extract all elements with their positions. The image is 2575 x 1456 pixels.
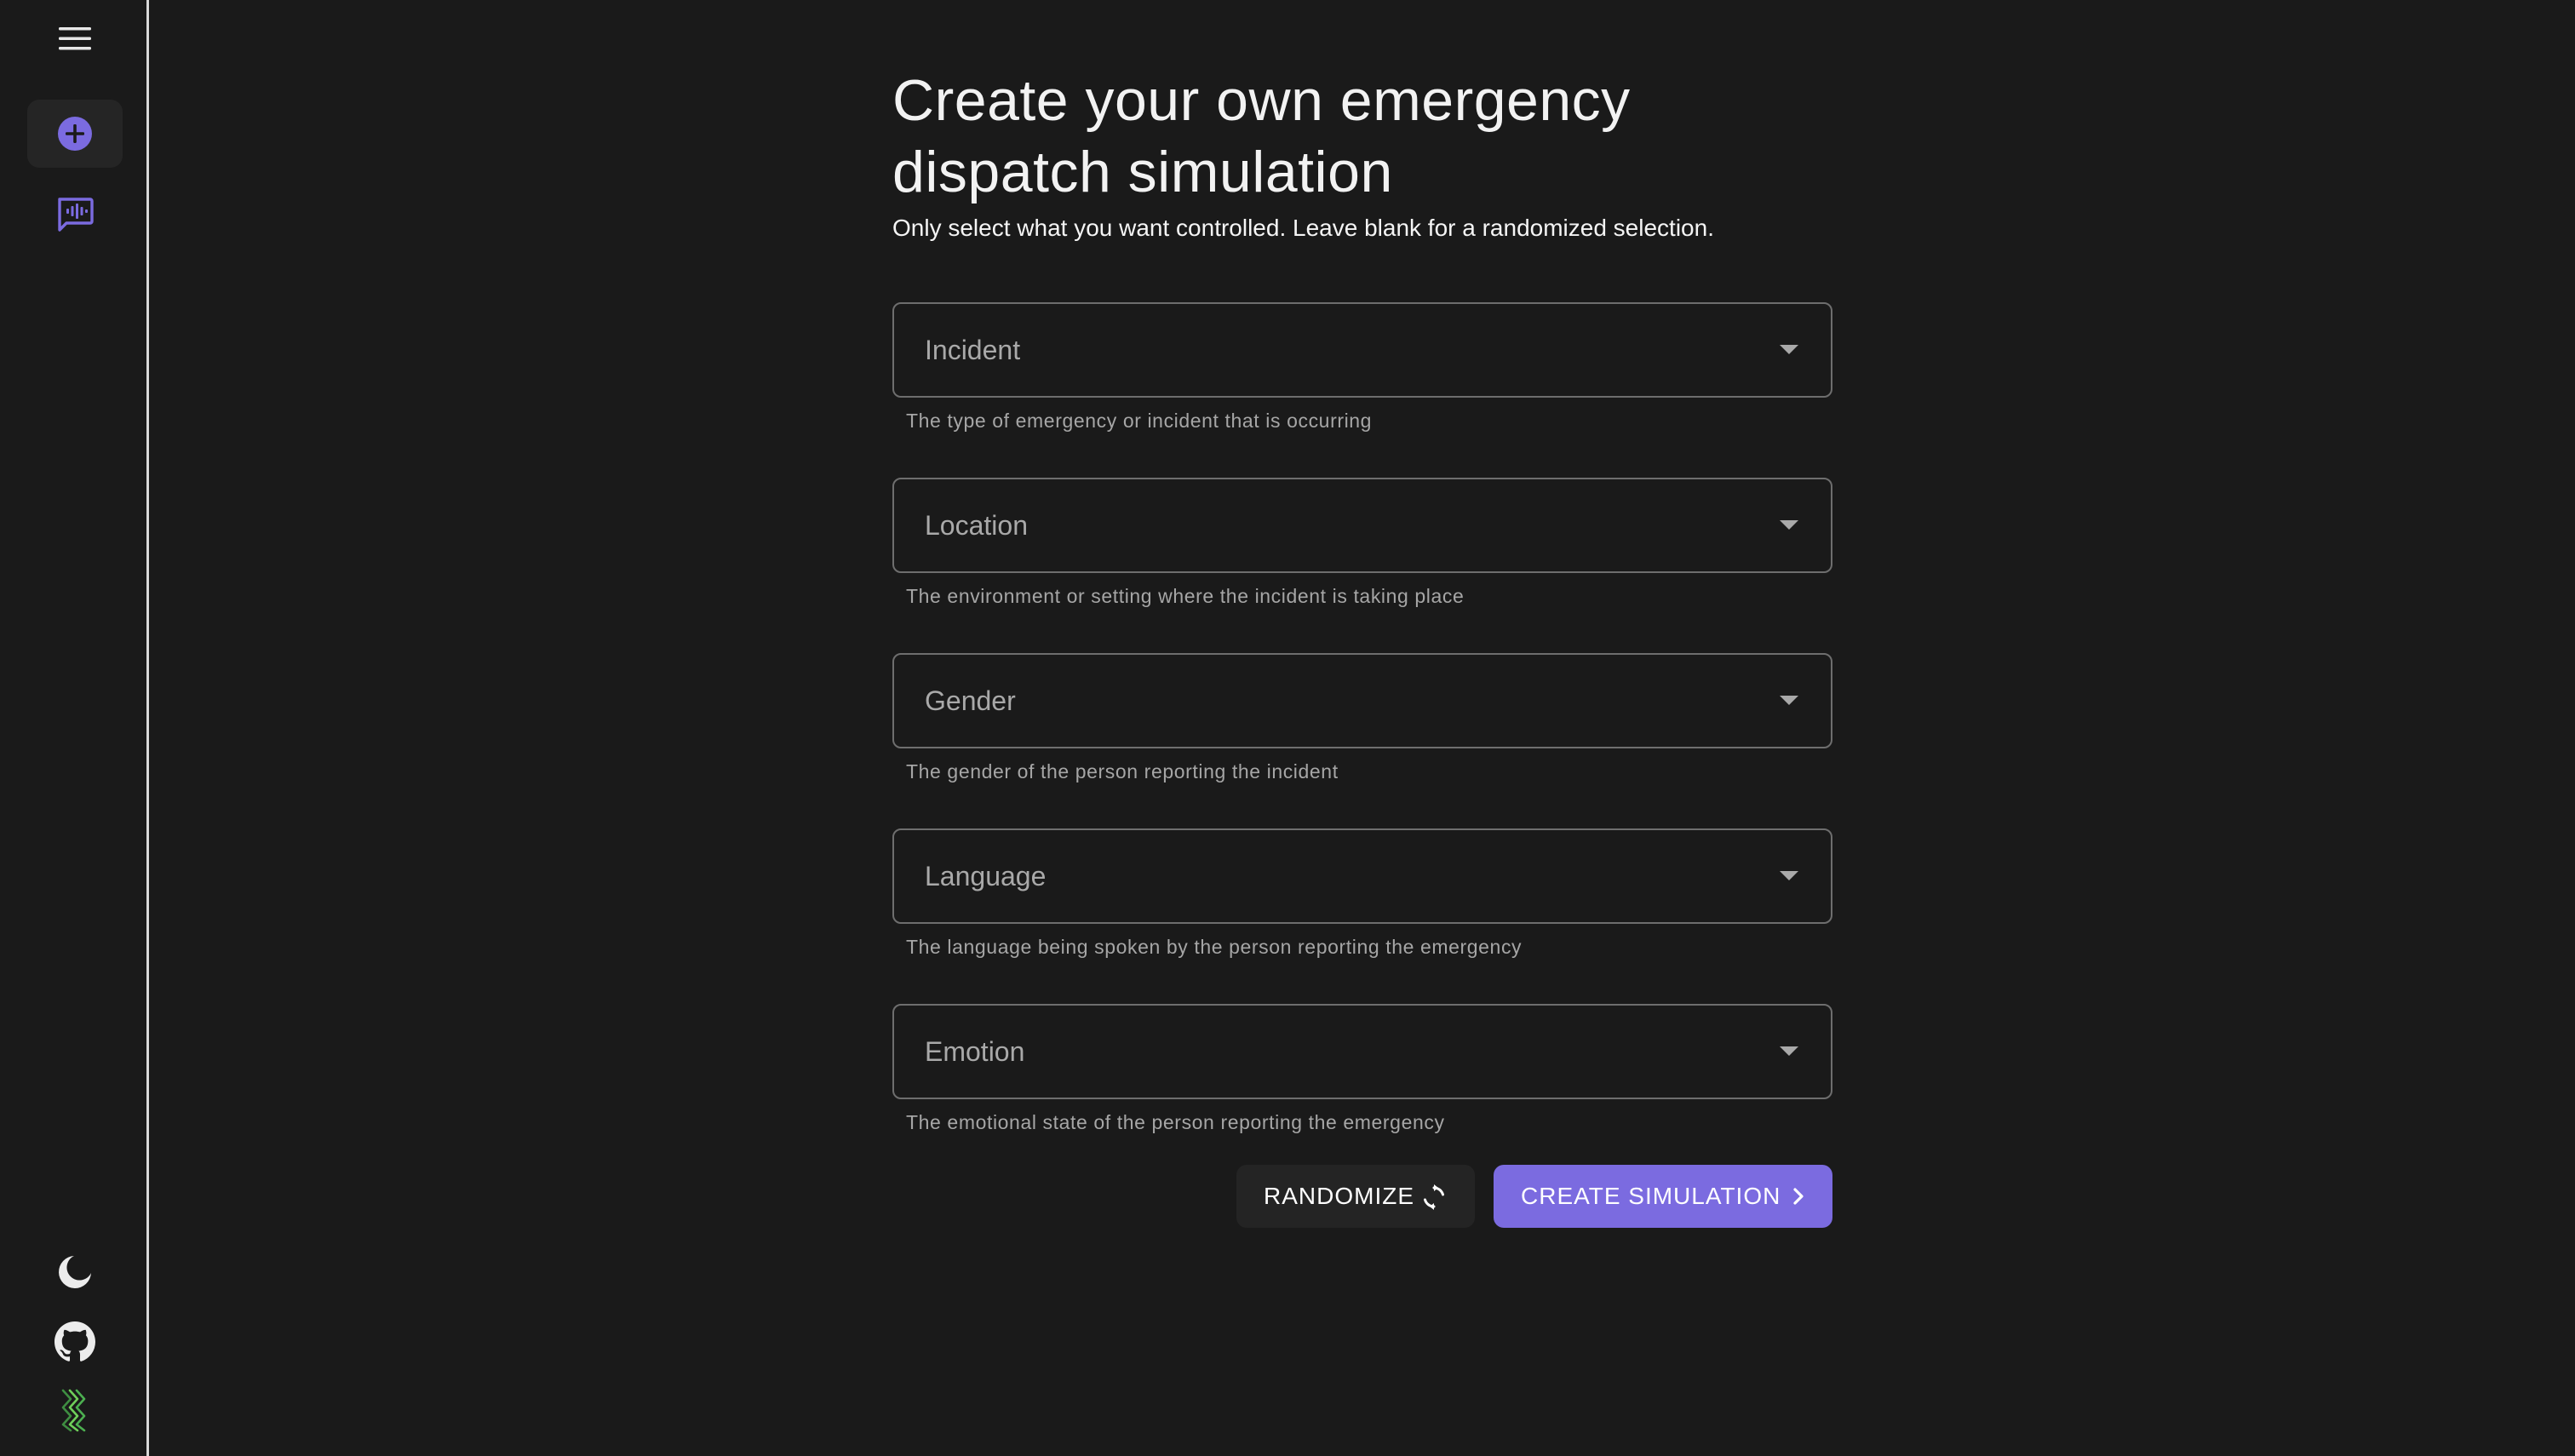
language-select[interactable]: Language bbox=[892, 828, 1832, 924]
emotion-helper-text: The emotional state of the person report… bbox=[906, 1111, 1445, 1133]
emotion-field: Emotion The emotional state of the perso… bbox=[892, 1004, 1832, 1133]
language-select-label: Language bbox=[925, 861, 1047, 891]
chevron-right-icon bbox=[1786, 1184, 1810, 1208]
emotion-select-label: Emotion bbox=[925, 1036, 1025, 1067]
github-link[interactable] bbox=[48, 1316, 102, 1367]
location-select-label: Location bbox=[925, 510, 1028, 541]
dropdown-arrow-icon bbox=[1780, 871, 1798, 880]
dropdown-arrow-icon bbox=[1780, 345, 1798, 354]
sidebar bbox=[0, 0, 149, 1456]
dropdown-arrow-icon bbox=[1780, 520, 1798, 530]
menu-icon bbox=[59, 27, 91, 50]
add-circle-icon bbox=[58, 117, 92, 151]
emotion-select[interactable]: Emotion bbox=[892, 1004, 1832, 1099]
language-helper-text: The language being spoken by the person … bbox=[906, 936, 1523, 958]
menu-button[interactable] bbox=[48, 17, 102, 60]
incident-helper-text: The type of emergency or incident that i… bbox=[906, 410, 1373, 432]
location-helper-text: The environment or setting where the inc… bbox=[906, 585, 1465, 607]
voice-chat-icon bbox=[58, 198, 94, 232]
randomize-button-label: RANDOMIZE bbox=[1264, 1183, 1414, 1209]
incident-select-label: Incident bbox=[925, 335, 1021, 365]
create-simulation-button-label: CREATE SIMULATION bbox=[1521, 1183, 1781, 1209]
randomize-button[interactable]: RANDOMIZE bbox=[1236, 1165, 1475, 1228]
dropdown-arrow-icon bbox=[1780, 1046, 1798, 1056]
gender-field: Gender The gender of the person reportin… bbox=[892, 653, 1832, 782]
gender-select[interactable]: Gender bbox=[892, 653, 1832, 748]
transcripts-nav-button[interactable] bbox=[48, 191, 102, 238]
app-root: Create your own emergency dispatch simul… bbox=[0, 0, 2575, 1456]
page-title: Create your own emergency dispatch simul… bbox=[892, 65, 1832, 208]
language-field: Language The language being spoken by th… bbox=[892, 828, 1832, 958]
incident-field: Incident The type of emergency or incide… bbox=[892, 302, 1832, 432]
page-title-line-1: Create your own emergency bbox=[892, 68, 1631, 133]
moon-icon bbox=[59, 1256, 91, 1288]
incident-select[interactable]: Incident bbox=[892, 302, 1832, 398]
gender-select-label: Gender bbox=[925, 685, 1016, 716]
app-logo bbox=[48, 1384, 102, 1436]
refresh-icon bbox=[1420, 1184, 1448, 1211]
gender-helper-text: The gender of the person reporting the i… bbox=[906, 760, 1339, 782]
new-simulation-nav-button[interactable] bbox=[27, 100, 123, 168]
page-subtitle: Only select what you want controlled. Le… bbox=[892, 215, 1714, 241]
page-title-line-2: dispatch simulation bbox=[892, 140, 1393, 204]
create-simulation-button[interactable]: CREATE SIMULATION bbox=[1494, 1165, 1832, 1228]
app-logo-icon bbox=[61, 1389, 86, 1432]
location-select[interactable]: Location bbox=[892, 478, 1832, 573]
github-icon bbox=[54, 1321, 95, 1361]
theme-toggle-button[interactable] bbox=[48, 1248, 102, 1296]
dropdown-arrow-icon bbox=[1780, 696, 1798, 705]
location-field: Location The environment or setting wher… bbox=[892, 478, 1832, 607]
